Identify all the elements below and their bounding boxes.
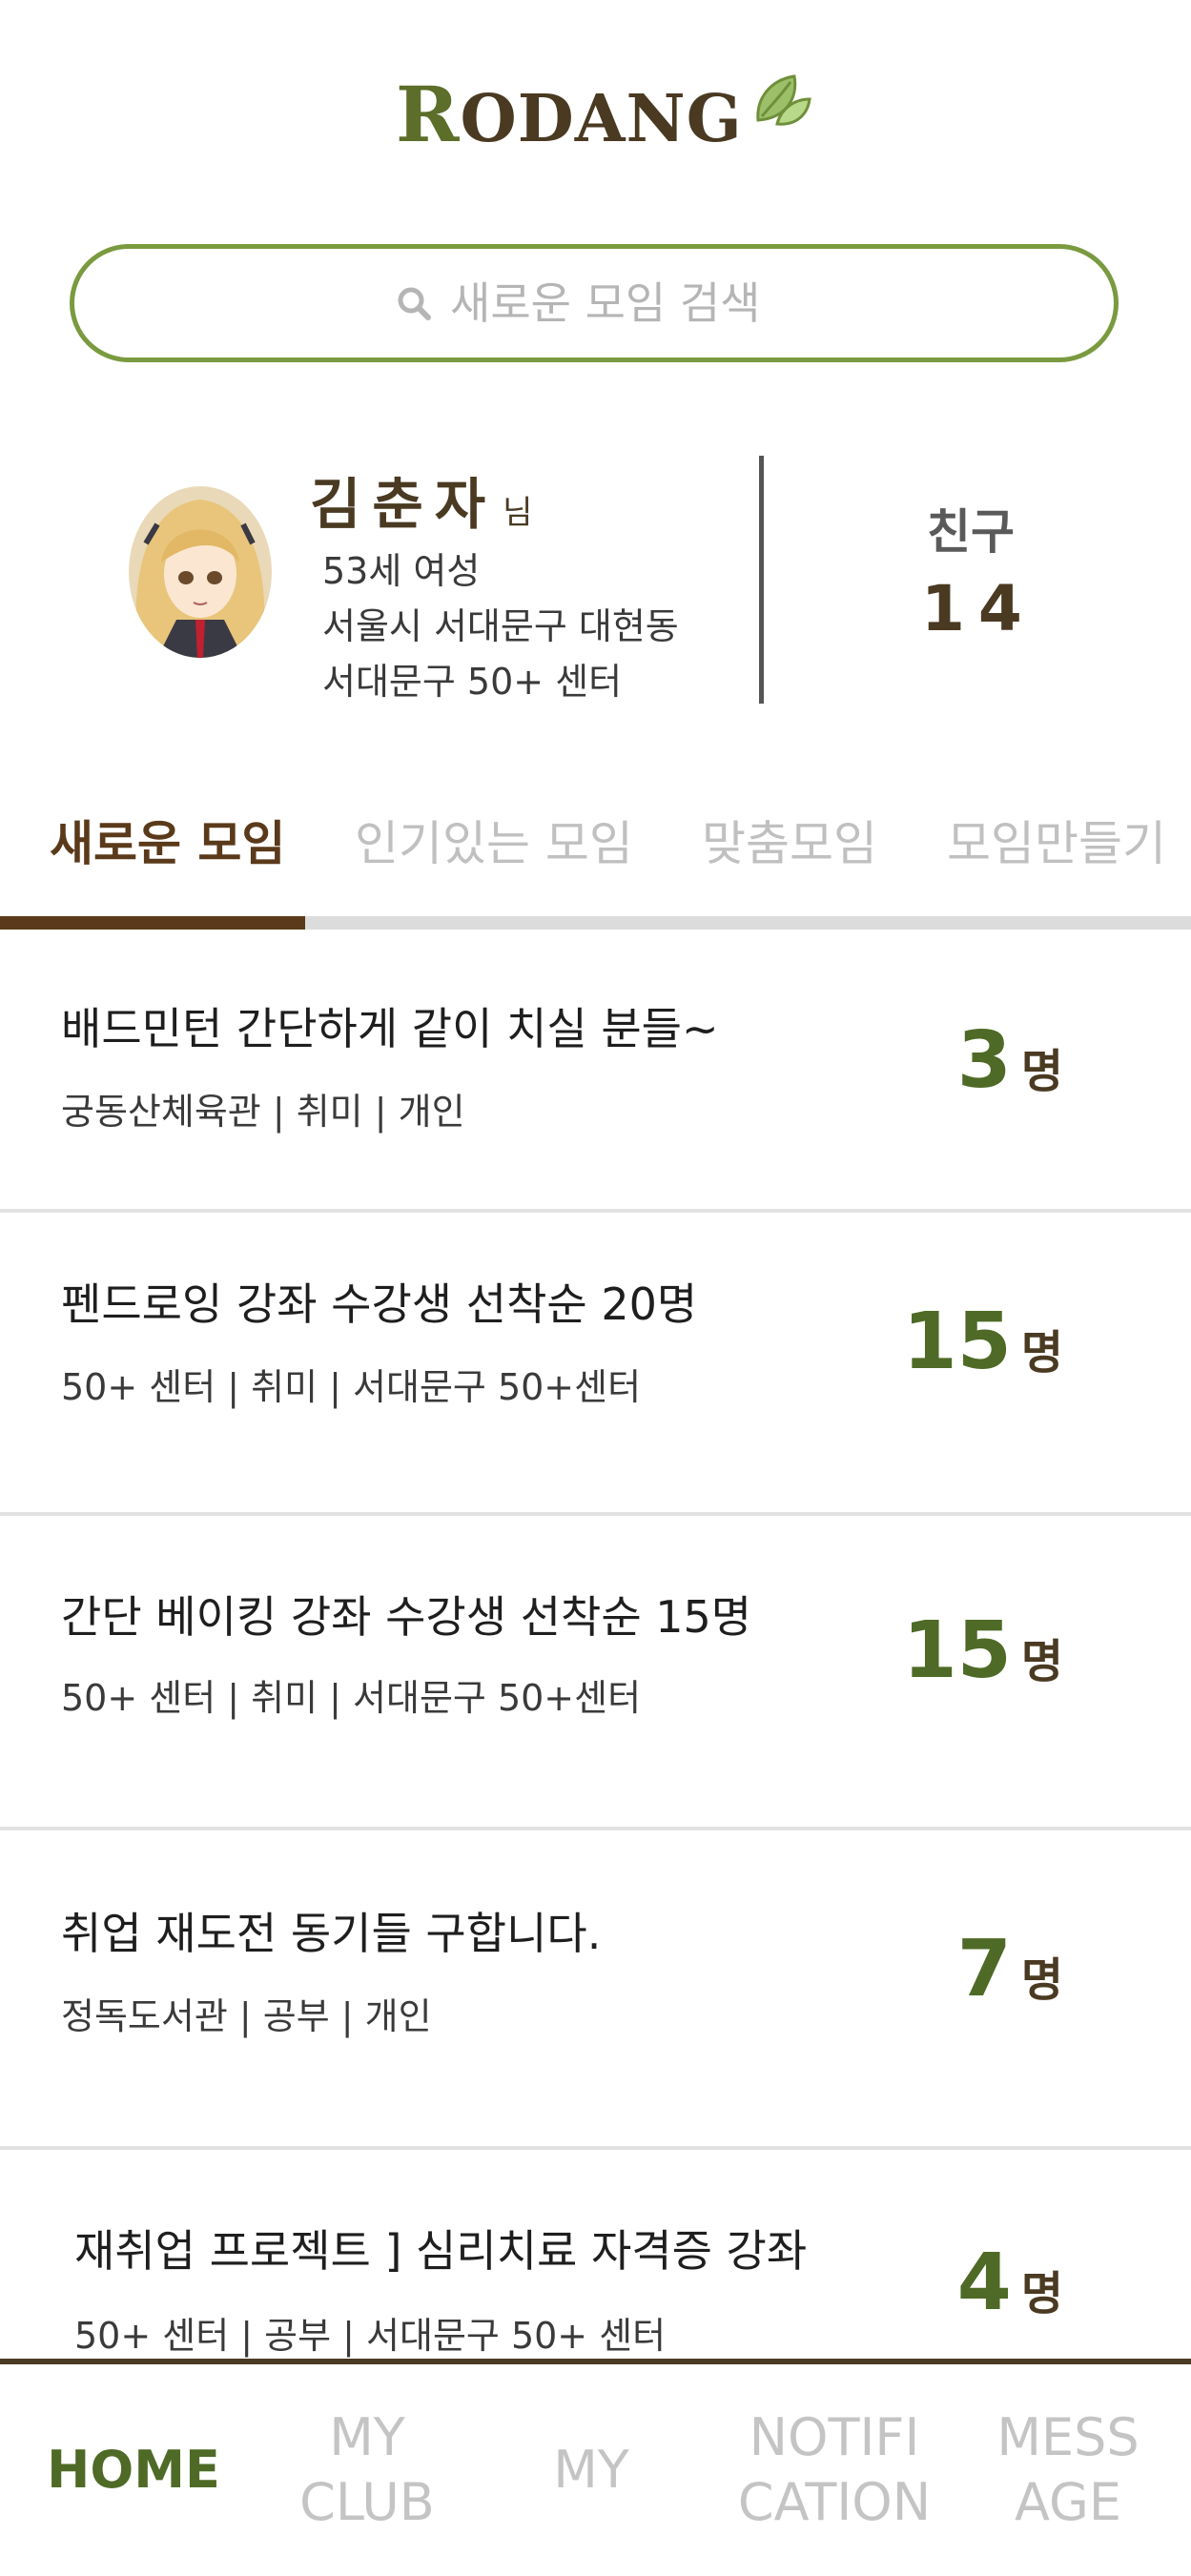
item-title: 펜드로잉 강좌 수강생 선착순 20명 [61, 1278, 698, 1330]
item-meta: 50+ 센터 | 공부 | 서대문구 50+ 센터 [74, 2315, 667, 2357]
member-count-number: 15 [902, 1297, 1012, 1387]
item-meta: 50+ 센터 | 취미 | 서대문구 50+센터 [61, 1677, 642, 1719]
member-count-number: 3 [956, 1015, 1012, 1106]
search-bar[interactable] [70, 244, 1119, 362]
item-title: 간단 베이킹 강좌 수강생 선착순 15명 [61, 1591, 752, 1643]
search-icon [398, 287, 431, 320]
member-count-number: 4 [956, 2238, 1012, 2328]
logo-text: RODANG [396, 70, 743, 159]
tab-underline-active [0, 916, 305, 930]
list-item[interactable]: 배드민턴 간단하게 같이 치실 분들~ 궁동산체육관 | 취미 | 개인 3 명 [0, 930, 1191, 1213]
member-count: 7 명 [957, 1924, 1063, 2014]
member-count: 15 명 [903, 1297, 1063, 1387]
profile-center: 서대문구 50+ 센터 [322, 661, 623, 703]
leaf-icon [756, 74, 811, 126]
meeting-list: 배드민턴 간단하게 같이 치실 분들~ 궁동산체육관 | 취미 | 개인 3 명… [0, 930, 1191, 2360]
profile-honorific: 님 [503, 494, 533, 532]
nav-my[interactable]: MY [515, 2364, 667, 2576]
member-count-unit: 명 [1020, 2267, 1063, 2320]
member-count: 3 명 [957, 1015, 1063, 1106]
item-meta: 50+ 센터 | 취미 | 서대문구 50+센터 [61, 1366, 642, 1408]
item-title: 재취업 프로젝트 ] 심리치료 자격증 강좌 [74, 2225, 808, 2277]
nav-my-club[interactable]: MY CLUB [286, 2364, 448, 2576]
search-input[interactable] [450, 277, 793, 329]
nav-message[interactable]: MESS AGE [992, 2364, 1144, 2576]
list-item[interactable]: 간단 베이킹 강좌 수강생 선착순 15명 50+ 센터 | 취미 | 서대문구… [0, 1516, 1191, 1830]
profile-address: 서울시 서대문구 대현동 [322, 605, 679, 647]
list-item[interactable]: 취업 재도전 동기들 구합니다. 정독도서관 | 공부 | 개인 7 명 [0, 1830, 1191, 2150]
tab-popular-meetings[interactable]: 인기있는 모임 [355, 806, 633, 874]
member-count-number: 15 [902, 1605, 1012, 1696]
nav-notification[interactable]: NOTIFI CATION [738, 2364, 931, 2576]
app-logo[interactable]: RODANG [396, 67, 815, 162]
member-count: 4 명 [957, 2238, 1063, 2328]
avatar-image [129, 486, 272, 658]
friends-label[interactable]: 친구 [927, 494, 1015, 562]
profile-name: 김춘자 [310, 472, 498, 537]
tab-new-meetings[interactable]: 새로운 모임 [50, 806, 285, 874]
member-count-number: 7 [956, 1924, 1012, 2014]
avatar[interactable] [129, 486, 272, 658]
member-count-unit: 명 [1020, 1635, 1063, 1688]
bottom-nav: HOME MY CLUB MY NOTIFI CATION MESS AGE [0, 2359, 1191, 2576]
profile-name-row: 김춘자 님 [310, 460, 532, 540]
tab-custom-meetings[interactable]: 맞춤모임 [702, 806, 877, 874]
tab-create-meeting[interactable]: 모임만들기 [947, 806, 1166, 874]
item-title: 배드민턴 간단하게 같이 치실 분들~ [61, 1003, 719, 1054]
item-meta: 정독도서관 | 공부 | 개인 [61, 1995, 432, 2037]
member-count: 15 명 [903, 1605, 1063, 1696]
friends-count[interactable]: 14 [921, 572, 1036, 645]
item-meta: 궁동산체육관 | 취미 | 개인 [61, 1091, 465, 1133]
member-count-unit: 명 [1020, 1326, 1063, 1380]
nav-home[interactable]: HOME [29, 2364, 238, 2576]
list-item[interactable]: 펜드로잉 강좌 수강생 선착순 20명 50+ 센터 | 취미 | 서대문구 5… [0, 1213, 1191, 1516]
member-count-unit: 명 [1020, 1953, 1063, 2007]
app-header: RODANG [0, 0, 1191, 219]
list-item[interactable]: 재취업 프로젝트 ] 심리치료 자격증 강좌 50+ 센터 | 공부 | 서대문… [0, 2150, 1191, 2360]
tab-bar: 새로운 모임 인기있는 모임 맞춤모임 모임만들기 [0, 796, 1191, 930]
profile-divider [759, 456, 764, 704]
profile-age-gender: 53세 여성 [322, 550, 481, 592]
item-title: 취업 재도전 동기들 구합니다. [61, 1908, 602, 1959]
profile-card: 김춘자 님 53세 여성 서울시 서대문구 대현동 서대문구 50+ 센터 친구… [0, 439, 1191, 725]
member-count-unit: 명 [1020, 1045, 1063, 1098]
